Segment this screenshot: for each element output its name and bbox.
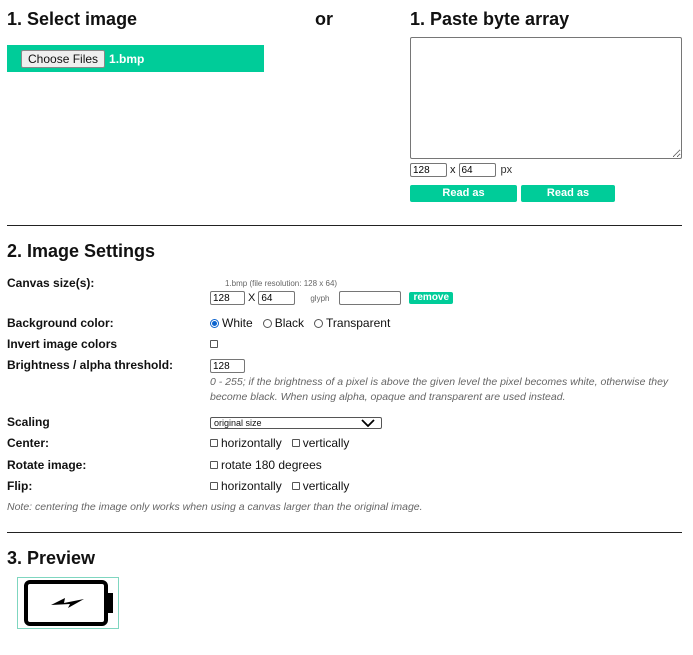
bg-black-label: Black: [274, 316, 305, 330]
image-settings-title: 2. Image Settings: [7, 241, 156, 261]
byte-array-textarea[interactable]: [410, 37, 682, 159]
remove-button[interactable]: remove: [409, 292, 454, 304]
paste-size-row: x px: [410, 163, 512, 177]
rotate-options: rotate 180 degrees: [210, 458, 322, 472]
threshold-label: Brightness / alpha threshold:: [7, 358, 174, 372]
divider: [7, 225, 682, 226]
threshold-note: 0 - 255; if the brightness of a pixel is…: [210, 376, 669, 403]
center-horizontal-label: horizontally: [221, 436, 282, 450]
bg-transparent-radio[interactable]: [314, 318, 324, 328]
flip-horizontal-checkbox[interactable]: [210, 482, 218, 490]
flip-horizontal-label: horizontally: [221, 479, 282, 493]
threshold-input[interactable]: [210, 359, 245, 373]
bg-white-radio[interactable]: [210, 318, 219, 328]
battery-charging-icon: [24, 580, 113, 626]
canvas-size-separator: X: [248, 292, 256, 304]
center-horizontal-checkbox[interactable]: [210, 439, 218, 447]
flip-options: horizontally vertically: [210, 479, 349, 493]
center-label: Center:: [7, 436, 50, 450]
choose-files-button[interactable]: Choose Files: [21, 49, 106, 68]
rotate-180-label: rotate 180 degrees: [221, 458, 322, 472]
centering-note: Note: centering the image only works whe…: [7, 501, 423, 513]
or-separator: or: [315, 9, 333, 29]
rotate-label: Rotate image:: [7, 458, 87, 472]
invert-colors-label: Invert image colors: [7, 337, 118, 351]
invert-colors-checkbox[interactable]: [210, 340, 218, 348]
bg-transparent-label: Transparent: [326, 316, 391, 330]
scaling-selected-value: original size: [214, 418, 262, 428]
flip-vertical-checkbox[interactable]: [291, 482, 300, 490]
file-input[interactable]: Choose Files 1.bmp: [7, 45, 264, 72]
read-vertical-button[interactable]: Read as vertical: [521, 185, 615, 216]
paste-width-input[interactable]: [410, 163, 447, 177]
bg-black-radio[interactable]: [262, 318, 272, 328]
canvas-width-input[interactable]: [210, 291, 245, 305]
bg-white-label: White: [222, 316, 253, 330]
canvas-size-row: X glyph remove: [210, 291, 454, 305]
scaling-select[interactable]: original size: [210, 417, 382, 429]
glyph-label: glyph: [310, 293, 330, 303]
preview-canvas: [17, 577, 119, 629]
preview-title: 3. Preview: [7, 548, 96, 568]
paste-byte-array-title: 1. Paste byte array: [410, 9, 570, 29]
size-separator: x: [450, 164, 456, 176]
canvas-file-info: 1.bmp (file resolution: 128 x 64): [225, 279, 338, 288]
rotate-180-checkbox[interactable]: [210, 461, 218, 469]
background-color-label: Background color:: [7, 316, 114, 330]
background-color-options: White Black Transparent: [210, 316, 390, 330]
canvas-size-label: Canvas size(s):: [7, 276, 95, 290]
canvas-height-input[interactable]: [258, 291, 296, 305]
center-options: horizontally vertically: [210, 436, 349, 450]
flip-label: Flip:: [7, 479, 33, 493]
glyph-input[interactable]: [339, 291, 402, 305]
scaling-label: Scaling: [7, 415, 50, 429]
unit-label: px: [500, 164, 513, 176]
center-vertical-label: vertically: [302, 436, 350, 450]
paste-height-input[interactable]: [458, 163, 496, 177]
center-vertical-checkbox[interactable]: [291, 439, 300, 447]
read-horizontal-button[interactable]: Read as horizontal: [410, 185, 517, 216]
flip-vertical-label: vertically: [302, 479, 350, 493]
selected-file-name: 1.bmp: [109, 51, 145, 66]
divider: [7, 532, 682, 533]
chevron-down-icon: [361, 419, 375, 427]
select-image-title: 1. Select image: [7, 9, 138, 29]
